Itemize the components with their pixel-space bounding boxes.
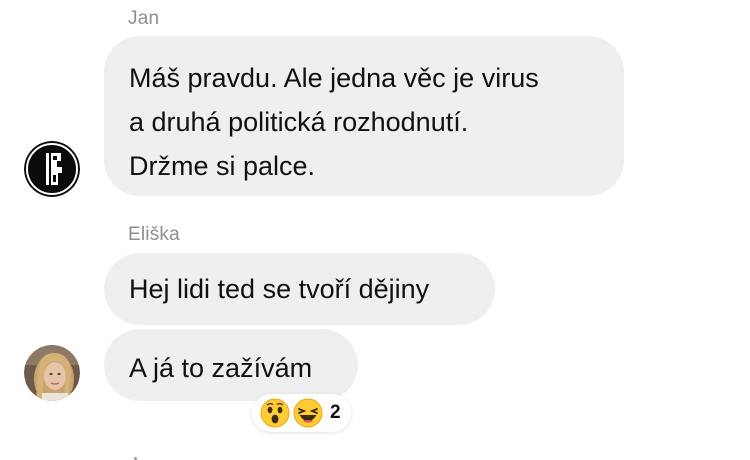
message-line: Držme si palce. xyxy=(129,151,316,181)
message-bubble[interactable]: Hej lidi ted se tvoří dějiny xyxy=(104,253,495,325)
bauhaus-face-logo-icon[interactable] xyxy=(24,141,80,197)
user-photo-avatar[interactable] xyxy=(24,345,80,401)
message-line: Máš pravdu. Ale jedna věc je virus xyxy=(129,63,539,93)
sender-name-jan: Jan xyxy=(128,8,160,29)
sender-name-eliska: Eliška xyxy=(128,224,180,245)
laughing-face-icon xyxy=(293,398,323,428)
reaction-bar[interactable]: 2 xyxy=(252,394,351,432)
reaction-count: 2 xyxy=(330,402,341,423)
message-bubble[interactable]: Máš pravdu. Ale jedna věc je virus a dru… xyxy=(104,36,624,196)
message-line: a druhá politická rozhodnutí. xyxy=(129,107,469,137)
message-line: Hej lidi ted se tvoří dějiny xyxy=(129,274,430,304)
wow-face-icon xyxy=(260,398,290,428)
message-bubble[interactable]: A já to zažívám xyxy=(104,329,358,401)
message-line: A já to zažívám xyxy=(129,353,313,383)
